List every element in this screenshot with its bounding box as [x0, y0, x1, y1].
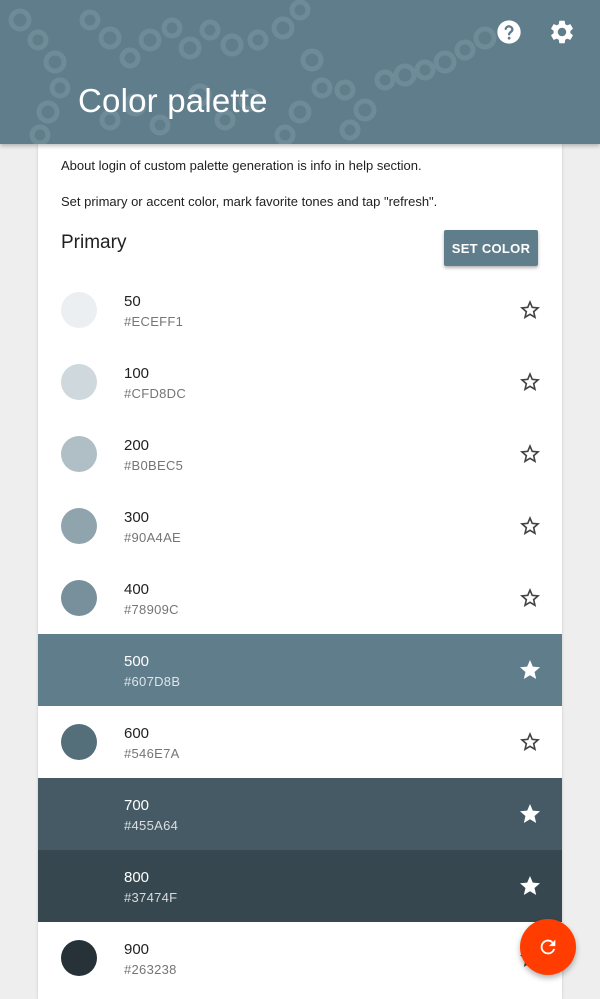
color-swatch [61, 724, 97, 760]
set-color-button[interactable]: SET COLOR [444, 230, 538, 266]
hex-label: #546E7A [124, 746, 180, 761]
color-swatch [61, 940, 97, 976]
favorite-star-button[interactable] [518, 874, 542, 898]
info-text-help: About login of custom palette generation… [61, 158, 422, 173]
star-filled-icon [520, 876, 540, 895]
star-outline-icon [520, 516, 540, 535]
color-swatch [61, 508, 97, 544]
tone-row[interactable]: 400 #78909C [38, 562, 562, 634]
color-swatch [61, 292, 97, 328]
tone-row[interactable]: 50 #ECEFF1 [38, 274, 562, 346]
color-swatch [61, 436, 97, 472]
tone-row[interactable]: 500 #607D8B [38, 634, 562, 706]
section-title: Primary [61, 232, 127, 253]
tone-label: 900 [124, 941, 150, 958]
refresh-icon [540, 939, 556, 955]
hex-label: #B0BEC5 [124, 458, 184, 473]
tone-label: 50 [124, 293, 141, 310]
favorite-star-button[interactable] [518, 658, 542, 682]
star-outline-icon [520, 444, 540, 463]
tone-row[interactable]: 800 #37474F [38, 850, 562, 922]
tone-label: 800 [124, 869, 150, 886]
tone-label: 100 [124, 365, 150, 382]
tone-label: 500 [124, 653, 150, 670]
star-outline-icon [520, 300, 540, 319]
hex-label: #90A4AE [124, 530, 182, 545]
tone-label: 600 [124, 725, 150, 742]
favorite-star-button[interactable] [518, 442, 542, 466]
star-filled-icon [520, 660, 540, 679]
tone-row[interactable]: 100 #CFD8DC [38, 346, 562, 418]
hex-label: #607D8B [124, 674, 181, 689]
tone-row[interactable]: 200 #B0BEC5 [38, 418, 562, 490]
settings-button[interactable] [548, 18, 576, 46]
tone-list: 50 #ECEFF1 100 #CFD8DC 200 #B0BEC5 300 #… [38, 274, 562, 994]
tone-row[interactable]: 600 #546E7A [38, 706, 562, 778]
help-circle-icon [497, 20, 521, 44]
favorite-star-button[interactable] [518, 370, 542, 394]
palette-card: About login of custom palette generation… [38, 144, 562, 999]
favorite-star-button[interactable] [518, 586, 542, 610]
tone-row[interactable]: 300 #90A4AE [38, 490, 562, 562]
star-filled-icon [520, 804, 540, 823]
color-swatch [61, 364, 97, 400]
hex-label: #CFD8DC [124, 386, 187, 401]
info-text-instructions: Set primary or accent color, mark favori… [61, 194, 438, 209]
hex-label: #455A64 [124, 818, 179, 833]
star-outline-icon [520, 372, 540, 391]
favorite-star-button[interactable] [518, 298, 542, 322]
app-bar: Color palette [0, 0, 600, 144]
star-outline-icon [520, 732, 540, 751]
tone-label: 700 [124, 797, 150, 814]
color-swatch [61, 580, 97, 616]
hex-label: #ECEFF1 [124, 314, 184, 329]
refresh-fab[interactable] [520, 919, 576, 975]
hex-label: #263238 [124, 962, 177, 977]
page-title: Color palette [78, 82, 268, 119]
favorite-star-button[interactable] [518, 514, 542, 538]
star-outline-icon [520, 588, 540, 607]
tone-label: 200 [124, 437, 150, 454]
tone-row[interactable]: 900 #263238 [38, 922, 562, 994]
tone-label: 300 [124, 509, 150, 526]
gear-icon [551, 20, 573, 44]
hex-label: #78909C [124, 602, 179, 617]
help-button[interactable] [495, 18, 523, 46]
favorite-star-button[interactable] [518, 730, 542, 754]
favorite-star-button[interactable] [518, 802, 542, 826]
tone-label: 400 [124, 581, 150, 598]
tone-row[interactable]: 700 #455A64 [38, 778, 562, 850]
hex-label: #37474F [124, 890, 178, 905]
